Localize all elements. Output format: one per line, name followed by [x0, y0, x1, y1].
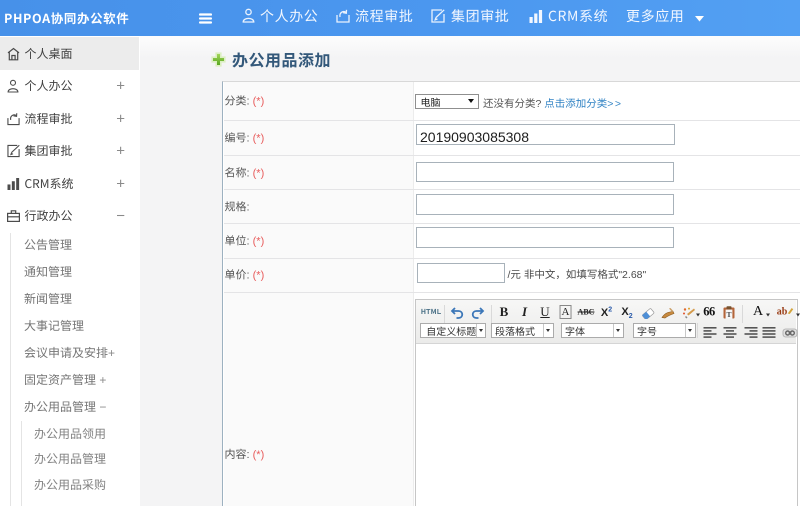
svg-text:T: T [726, 309, 731, 318]
